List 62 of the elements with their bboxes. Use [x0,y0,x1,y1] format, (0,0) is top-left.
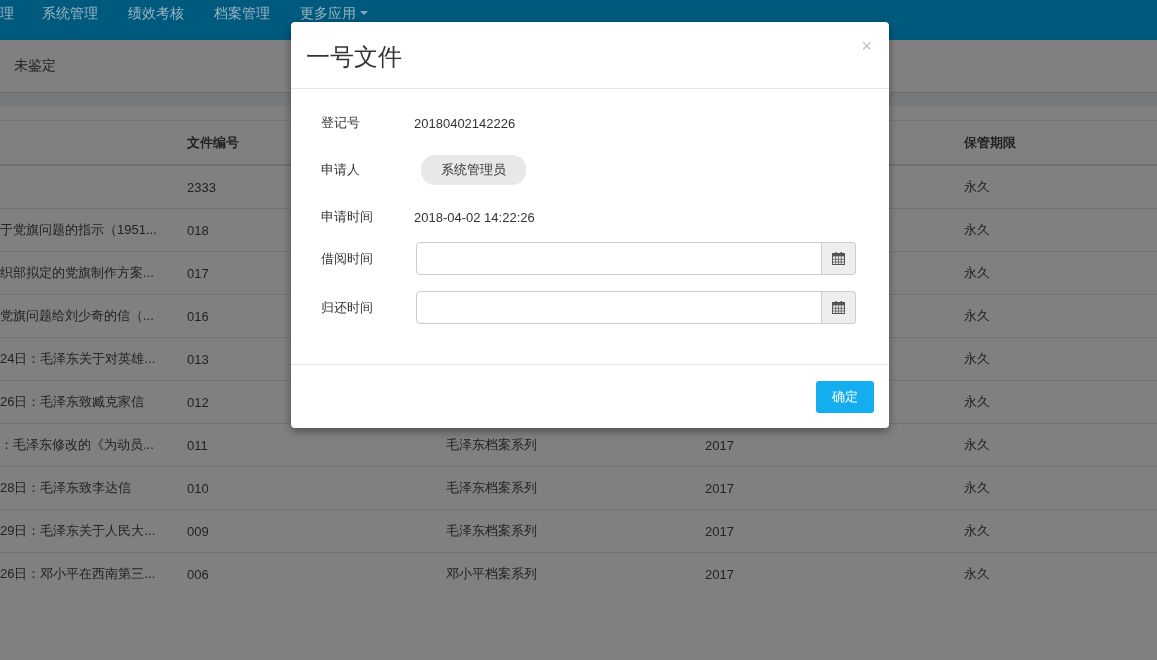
nav-link[interactable]: 理 [0,5,14,21]
table-cell: 永久 [964,308,990,323]
calendar-icon [832,252,845,265]
nav-link[interactable]: 绩效考核 [128,5,184,21]
nav-link[interactable]: 档案管理 [214,5,270,21]
table-cell: 永久 [964,523,990,538]
table-cell: 012 [187,394,209,410]
field-label: 借阅时间 [321,249,374,268]
table-cell: 毛泽东档案系列 [446,480,537,495]
table-cell: 2333 [187,179,216,195]
calendar-button[interactable] [822,291,856,324]
filter-label[interactable]: 未鉴定 [14,57,56,75]
table-cell: 永久 [964,265,990,280]
close-button[interactable]: × [861,35,872,57]
table-cell: 2017 [705,523,734,539]
table-cell: 邓小平档案系列 [446,566,537,581]
field-value: 2018-04-02 14:22:26 [414,209,535,225]
date-input[interactable] [416,242,822,275]
column-header: 文件编号 [187,134,239,150]
table-cell: 于党旗问题的指示（1951... [0,222,157,237]
table-cell: 016 [187,308,209,324]
date-input[interactable] [416,291,822,324]
table-cell: 永久 [964,566,990,581]
table-cell: 013 [187,351,209,367]
user-tag: 系统管理员 [421,155,526,185]
field-label: 登记号 [321,114,361,132]
field-label: 归还时间 [321,298,374,317]
table-cell: 2017 [705,566,734,582]
table-cell: 006 [187,566,209,582]
table-cell: 永久 [964,437,990,452]
table-cell: 011 [187,437,208,453]
table-cell: 2017 [705,480,734,496]
table-cell: 织部拟定的党旗制作方案... [0,265,154,280]
table-cell: 永久 [964,351,990,366]
table-cell: 2017 [705,437,734,453]
field-label: 申请时间 [321,208,374,226]
calendar-button[interactable] [822,242,856,275]
table-cell: 29日：毛泽东关于人民大... [0,523,156,538]
table-cell: 018 [187,222,209,238]
table-cell: 党旗问题给刘少奇的信（... [0,308,154,323]
table-cell: 010 [187,480,209,496]
table-cell: 017 [187,265,209,281]
table-cell: 24日：毛泽东关于对英雄... [0,351,156,366]
table-cell: 毛泽东档案系列 [446,437,537,452]
field-value: 20180402142226 [414,115,516,131]
field-label: 申请人 [321,161,361,179]
dialog-title: 一号文件 [306,42,402,72]
nav-link[interactable]: 更多应用 [300,5,368,21]
confirm-button[interactable]: 确定 [816,380,874,413]
table-cell: ：毛泽东修改的《为动员... [0,437,154,452]
table-cell: 永久 [964,222,990,237]
table-cell: 毛泽东档案系列 [446,523,537,538]
table-cell: 永久 [964,179,990,194]
table-cell: 26日：邓小平在西南第三... [0,566,156,581]
table-cell: 28日：毛泽东致李达信 [0,480,132,495]
table-cell: 永久 [964,480,990,495]
column-header: 保管期限 [964,134,1016,150]
table-cell: 009 [187,523,209,539]
nav-link[interactable]: 系统管理 [42,5,98,21]
table-cell: 26日：毛泽东致臧克家信 [0,394,145,409]
calendar-icon [832,301,845,314]
table-cell: 永久 [964,394,990,409]
